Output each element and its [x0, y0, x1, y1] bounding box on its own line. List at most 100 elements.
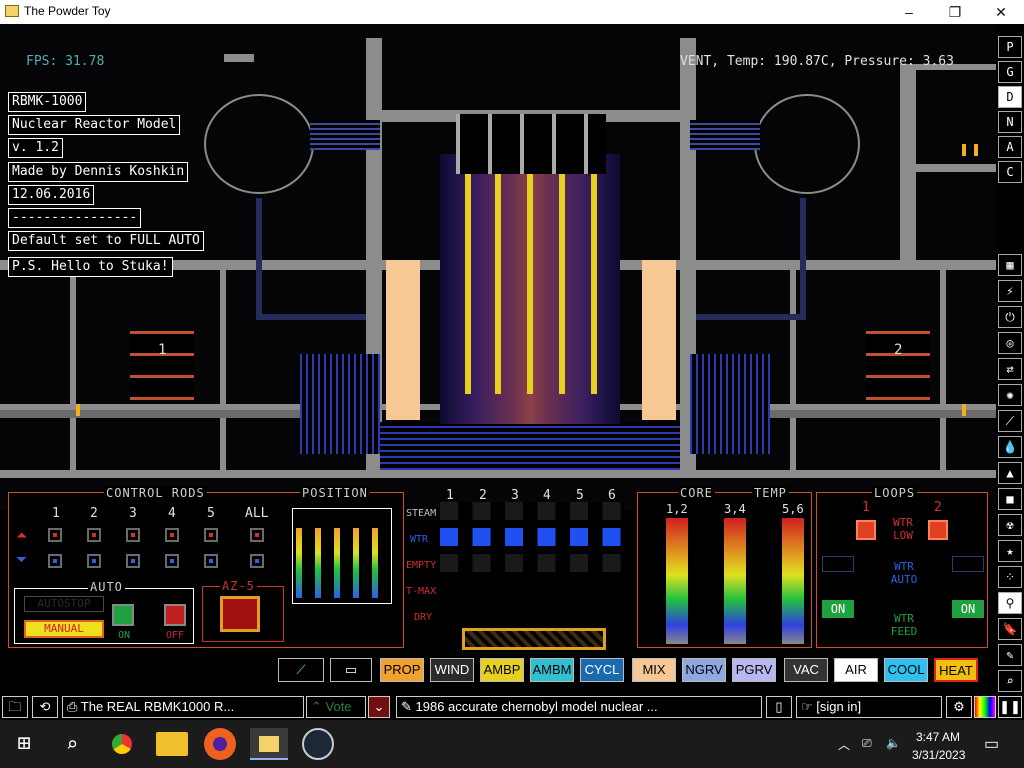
solids-category-icon[interactable]: ■	[998, 488, 1022, 510]
element-wind[interactable]: WIND	[430, 658, 474, 682]
walls-category-icon[interactable]: ▦	[998, 254, 1022, 276]
auto-on-button[interactable]	[112, 604, 134, 626]
rod-up-button-4[interactable]	[165, 528, 179, 542]
favorites-category-icon[interactable]: 🔖	[998, 618, 1022, 640]
menu-g[interactable]: G	[998, 61, 1022, 83]
powered-category-icon[interactable]: ⏻	[998, 306, 1022, 328]
rod-down-button-2[interactable]	[87, 554, 101, 568]
comment-tool-button[interactable]: ▭	[330, 658, 372, 682]
window-title: The Powder Toy	[24, 4, 111, 18]
start-button[interactable]: ⊞	[8, 728, 40, 760]
loop-1-auto-button[interactable]	[822, 556, 854, 572]
rod-down-button-1[interactable]	[48, 554, 62, 568]
loop-2-on-button[interactable]: ON	[952, 600, 984, 618]
menu-c[interactable]: C	[998, 161, 1022, 183]
pause-button[interactable]: ❚❚	[998, 696, 1022, 718]
settings-icon: ⚙	[953, 699, 965, 714]
new-simulation-button[interactable]: ▯	[766, 696, 792, 718]
auto-off-button[interactable]	[164, 604, 186, 626]
explosives-category-icon[interactable]: ✺	[998, 384, 1022, 406]
loop-1-on-button[interactable]: ON	[822, 600, 854, 618]
element-air[interactable]: AIR	[834, 658, 878, 682]
manual-button[interactable]: MANUAL	[24, 620, 104, 638]
az5-button[interactable]	[220, 596, 260, 632]
element-vac[interactable]: VAC	[784, 658, 828, 682]
element-ambp[interactable]: AMBP	[480, 658, 524, 682]
rod-number-3: 3	[129, 506, 137, 521]
close-button[interactable]: ✕	[978, 0, 1024, 24]
renderer-button[interactable]	[974, 696, 996, 718]
powders-category-icon[interactable]: ▲	[998, 462, 1022, 484]
rod-down-button-5[interactable]	[204, 554, 218, 568]
sensors-category-icon[interactable]: ◎	[998, 332, 1022, 354]
volume-icon[interactable]: 🔈	[886, 736, 901, 750]
element-cool[interactable]: COOL	[884, 658, 928, 682]
firefox-icon[interactable]	[204, 728, 236, 760]
gases-category-icon[interactable]: ⟋	[998, 410, 1022, 432]
steam-icon[interactable]	[302, 728, 334, 760]
reload-button[interactable]: ⟲	[32, 696, 58, 718]
settings-button[interactable]: ⚙	[946, 696, 972, 718]
electronics-category-icon[interactable]: ⚡	[998, 280, 1022, 302]
element-cycl[interactable]: CYCL	[580, 658, 624, 682]
tags-button[interactable]: ✎ 1986 accurate chernobyl model nuclear …	[396, 696, 762, 718]
network-icon[interactable]: ⎚	[862, 736, 872, 751]
speech-icon: ▭	[344, 662, 358, 677]
autostop-button[interactable]: AUTOSTOP	[24, 596, 104, 612]
liquids-category-icon[interactable]: 💧	[998, 436, 1022, 458]
core-col-5-6: 5,6	[782, 502, 804, 516]
element-heat[interactable]: HEAT	[934, 658, 978, 682]
rods-up-icon: ⏶	[16, 528, 28, 544]
menu-d[interactable]: D	[998, 86, 1022, 108]
radioactive-category-icon[interactable]: ☢	[998, 514, 1022, 536]
rod-down-button-all[interactable]	[250, 554, 264, 568]
az5-title: AZ-5	[220, 579, 257, 593]
sample-tool-button[interactable]: ⟋	[278, 658, 324, 682]
save-name-label: The REAL RBMK1000 R...	[80, 699, 235, 714]
rod-down-button-3[interactable]	[126, 554, 140, 568]
element-ngrv[interactable]: NGRV	[682, 658, 726, 682]
life-category-icon[interactable]: ⁘	[998, 566, 1022, 588]
rod-up-button-all[interactable]	[250, 528, 264, 542]
rod-up-button-3[interactable]	[126, 528, 140, 542]
menu-a[interactable]: A	[998, 136, 1022, 158]
element-ambm[interactable]: AMBM	[530, 658, 574, 682]
chrome-icon[interactable]	[106, 728, 138, 760]
search-icon[interactable]: ⌕	[56, 728, 88, 760]
decoration-category-icon[interactable]: ✎	[998, 644, 1022, 666]
force-category-icon[interactable]: ⇄	[998, 358, 1022, 380]
minimize-button[interactable]: –	[886, 0, 932, 24]
element-mix[interactable]: MIX	[632, 658, 676, 682]
tray-chevron-icon[interactable]: ︿	[838, 736, 850, 753]
menu-n[interactable]: N	[998, 111, 1022, 133]
loop-2-auto-button[interactable]	[952, 556, 984, 572]
save-name-button[interactable]: ⎙ The REAL RBMK1000 R...	[62, 696, 304, 718]
element-pgrv[interactable]: PGRV	[732, 658, 776, 682]
search-category-icon[interactable]: ⌕	[998, 670, 1022, 692]
status-row-tmax: T-MAX	[406, 586, 437, 597]
rod-up-button-5[interactable]	[204, 528, 218, 542]
open-save-button[interactable]: 🗀	[2, 696, 28, 718]
maximize-button[interactable]: ❐	[932, 0, 978, 24]
special-category-icon[interactable]: ★	[998, 540, 1022, 562]
powder-toy-taskbar-icon[interactable]	[250, 728, 288, 760]
clock-time[interactable]: 3:47 AM	[916, 730, 960, 744]
rod-down-button-4[interactable]	[165, 554, 179, 568]
vote-up-button[interactable]: ⌃ Vote	[306, 696, 366, 718]
rod-up-button-1[interactable]	[48, 528, 62, 542]
vote-down-button[interactable]: ⌄	[368, 696, 390, 718]
tools-category-icon[interactable]: ⚲	[998, 592, 1022, 614]
menu-p[interactable]: P	[998, 36, 1022, 58]
rod-up-button-2[interactable]	[87, 528, 101, 542]
element-prop[interactable]: PROP	[380, 658, 424, 682]
sign-in-button[interactable]: ☞ [sign in]	[796, 696, 942, 718]
notifications-icon[interactable]: ▭	[984, 734, 999, 754]
status-row-water: WTR	[410, 534, 429, 545]
rod-position-gauges	[296, 528, 388, 598]
file-explorer-icon[interactable]	[156, 732, 188, 756]
auto-title: AUTO	[88, 580, 125, 594]
clock-date[interactable]: 3/31/2023	[912, 748, 965, 762]
game-viewport[interactable]: 1 2 FPS: 31.78 VENT, Temp: 190.87C, Pres…	[0, 24, 1024, 720]
user-icon: ☞	[801, 699, 817, 714]
status-row-steam: STEAM	[406, 508, 437, 519]
